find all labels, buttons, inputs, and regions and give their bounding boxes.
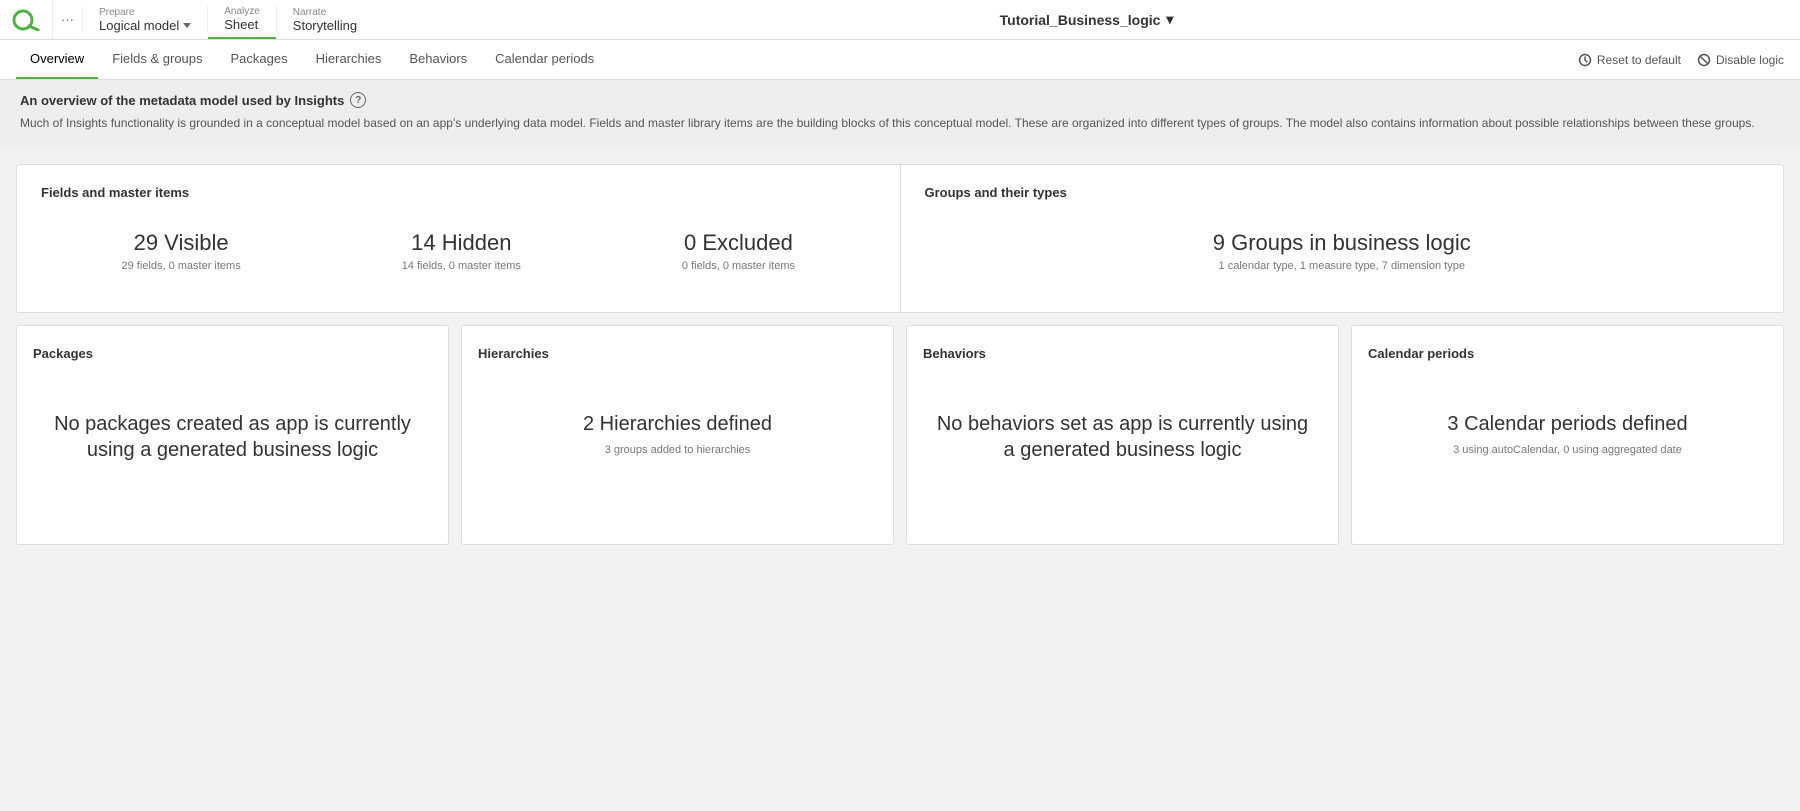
packages-card-content: No packages created as app is currently … — [33, 391, 432, 489]
tabs-bar: Overview Fields & groups Packages Hierar… — [0, 40, 1800, 80]
groups-card: Groups and their types 9 Groups in busin… — [900, 165, 1784, 312]
hierarchies-sub-text: 3 groups added to hierarchies — [488, 443, 867, 458]
packages-card: Packages No packages created as app is c… — [16, 325, 449, 545]
behaviors-main-text: No behaviors set as app is currently usi… — [933, 411, 1312, 463]
groups-stats: 9 Groups in business logic 1 calendar ty… — [925, 220, 1760, 282]
tab-packages[interactable]: Packages — [217, 40, 302, 79]
disable-icon — [1697, 53, 1711, 67]
groups-card-title: Groups and their types — [925, 185, 1760, 200]
nav-label-narrate: Narrate — [293, 7, 357, 18]
nav-section-analyze[interactable]: Analyze Sheet — [208, 0, 276, 39]
tab-calendar-periods[interactable]: Calendar periods — [481, 40, 608, 79]
nav-label-analyze: Analyze — [224, 6, 260, 17]
app-title[interactable]: Tutorial_Business_logic ▾ — [1000, 11, 1174, 28]
hierarchies-card-title: Hierarchies — [478, 346, 877, 361]
tabs-actions: Reset to default Disable logic — [1578, 53, 1784, 67]
excluded-number: 0 Excluded — [682, 230, 795, 256]
behaviors-card-title: Behaviors — [923, 346, 1322, 361]
top-navigation: ··· Prepare Logical model Analyze Sheet … — [0, 0, 1800, 40]
info-banner-title: An overview of the metadata model used b… — [20, 92, 1780, 108]
hierarchies-main-text: 2 Hierarchies defined — [488, 411, 867, 437]
prepare-dropdown-arrow — [183, 23, 191, 28]
reset-to-default-button[interactable]: Reset to default — [1578, 53, 1681, 67]
tab-hierarchies[interactable]: Hierarchies — [302, 40, 396, 79]
excluded-label: 0 fields, 0 master items — [682, 260, 795, 272]
cards-row-1: Fields and master items 29 Visible 29 fi… — [16, 164, 1784, 313]
hierarchies-card-content: 2 Hierarchies defined 3 groups added to … — [478, 391, 877, 478]
hidden-label: 14 fields, 0 master items — [402, 260, 521, 272]
disable-logic-button[interactable]: Disable logic — [1697, 53, 1784, 67]
groups-label: 1 calendar type, 1 measure type, 7 dimen… — [1213, 260, 1471, 272]
nav-main-narrate: Storytelling — [293, 18, 357, 33]
app-title-area: Tutorial_Business_logic ▾ — [373, 0, 1800, 39]
cards-row-2: Packages No packages created as app is c… — [16, 325, 1784, 545]
behaviors-card: Behaviors No behaviors set as app is cur… — [906, 325, 1339, 545]
visible-stat: 29 Visible 29 fields, 0 master items — [101, 220, 260, 282]
reset-icon — [1578, 53, 1592, 67]
calendar-periods-sub-text: 3 using autoCalendar, 0 using aggregated… — [1378, 443, 1757, 458]
app-title-chevron: ▾ — [1166, 11, 1173, 28]
nav-section-narrate[interactable]: Narrate Storytelling — [277, 0, 373, 39]
fields-master-items-card: Fields and master items 29 Visible 29 fi… — [17, 165, 900, 312]
fields-stats: 29 Visible 29 fields, 0 master items 14 … — [41, 220, 876, 282]
packages-card-title: Packages — [33, 346, 432, 361]
calendar-periods-card: Calendar periods 3 Calendar periods defi… — [1351, 325, 1784, 545]
behaviors-card-content: No behaviors set as app is currently usi… — [923, 391, 1322, 489]
calendar-periods-main-text: 3 Calendar periods defined — [1378, 411, 1757, 437]
hidden-stat: 14 Hidden 14 fields, 0 master items — [382, 220, 541, 282]
packages-main-text: No packages created as app is currently … — [43, 411, 422, 463]
fields-card-title: Fields and master items — [41, 185, 876, 200]
groups-number: 9 Groups in business logic — [1213, 230, 1471, 256]
more-options-button[interactable]: ··· — [53, 0, 82, 39]
nav-main-analyze: Sheet — [224, 17, 260, 32]
visible-number: 29 Visible — [121, 230, 240, 256]
nav-section-prepare[interactable]: Prepare Logical model — [83, 0, 207, 39]
qlik-logo — [12, 9, 40, 31]
groups-stat: 9 Groups in business logic 1 calendar ty… — [1193, 220, 1491, 282]
hierarchies-card: Hierarchies 2 Hierarchies defined 3 grou… — [461, 325, 894, 545]
tab-behaviors[interactable]: Behaviors — [395, 40, 481, 79]
info-banner: An overview of the metadata model used b… — [0, 80, 1800, 148]
hidden-number: 14 Hidden — [402, 230, 521, 256]
app-title-text: Tutorial_Business_logic — [1000, 12, 1161, 28]
help-icon[interactable]: ? — [350, 92, 366, 108]
excluded-stat: 0 Excluded 0 fields, 0 master items — [662, 220, 815, 282]
calendar-periods-card-title: Calendar periods — [1368, 346, 1767, 361]
qlik-logo-svg — [12, 9, 40, 31]
nav-label-prepare: Prepare — [99, 7, 191, 18]
calendar-periods-card-content: 3 Calendar periods defined 3 using autoC… — [1368, 391, 1767, 478]
tab-fields-groups[interactable]: Fields & groups — [98, 40, 216, 79]
tab-overview[interactable]: Overview — [16, 40, 98, 79]
main-content: An overview of the metadata model used b… — [0, 80, 1800, 545]
nav-main-prepare: Logical model — [99, 18, 191, 33]
logo-area — [0, 0, 53, 39]
visible-label: 29 fields, 0 master items — [121, 260, 240, 272]
info-banner-text: Much of Insights functionality is ground… — [20, 114, 1780, 132]
